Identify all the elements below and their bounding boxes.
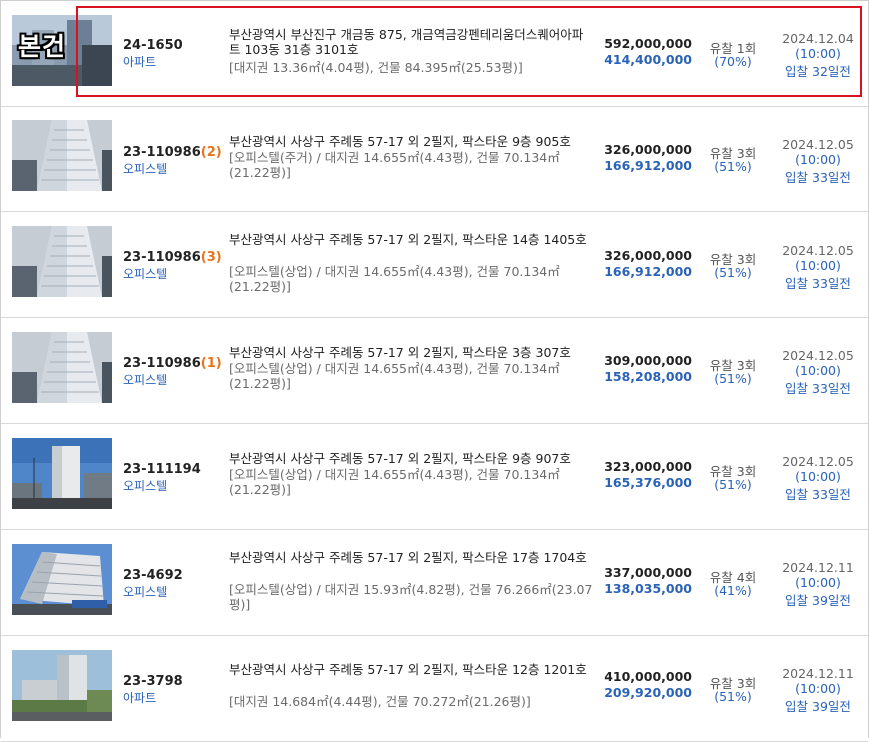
property-type: 오피스텔	[123, 267, 168, 281]
minimum-price: 138,035,000	[604, 581, 692, 596]
property-address-link[interactable]: 부산광역시 사상구 주례동 57-17 외 2필지, 팍스타운 9층 907호	[229, 451, 594, 466]
auction-date: 2024.12.05	[782, 454, 854, 469]
property-detail: [오피스텔(상업) / 대지권 14.655㎡(4.43평), 건물 70.13…	[229, 467, 560, 497]
appraised-price: 410,000,000	[604, 669, 692, 684]
property-photo[interactable]	[12, 438, 112, 509]
auction-time: (10:00)	[795, 469, 841, 484]
minimum-price: 158,208,000	[604, 369, 692, 384]
appraised-price: 592,000,000	[604, 36, 692, 51]
case-number[interactable]: 23-111194	[123, 462, 201, 477]
property-photo[interactable]	[12, 226, 112, 297]
appraised-price: 323,000,000	[604, 459, 692, 474]
property-detail: [오피스텔(상업) / 대지권 15.93㎡(4.82평), 건물 76.266…	[229, 582, 593, 612]
case-number[interactable]: 23-110986(2)	[123, 145, 222, 160]
property-type: 오피스텔	[123, 585, 168, 599]
property-address-link[interactable]: 부산광역시 사상구 주례동 57-17 외 2필지, 팍스타운 14층 1405…	[229, 232, 594, 247]
table-row[interactable]: 23-4692 오피스텔 부산광역시 사상구 주례동 57-17 외 2필지, …	[1, 530, 868, 636]
property-photo[interactable]	[12, 120, 112, 191]
case-number[interactable]: 24-1650	[123, 38, 183, 53]
days-until-bid: 입찰 39일전	[785, 699, 851, 714]
property-address-link[interactable]: 부산광역시 사상구 주례동 57-17 외 2필지, 팍스타운 12층 1201…	[229, 662, 594, 677]
auction-time: (10:00)	[795, 681, 841, 696]
case-number[interactable]: 23-3798	[123, 674, 183, 689]
property-type: 아파트	[123, 691, 157, 705]
property-type: 오피스텔	[123, 479, 168, 493]
property-type: 오피스텔	[123, 373, 168, 387]
auction-date: 2024.12.05	[782, 243, 854, 258]
auction-date: 2024.12.05	[782, 348, 854, 363]
price-ratio: (51%)	[714, 477, 752, 492]
auction-date: 2024.12.04	[782, 31, 854, 46]
auction-time: (10:00)	[795, 258, 841, 273]
property-detail: [오피스텔(상업) / 대지권 14.655㎡(4.43평), 건물 70.13…	[229, 361, 560, 391]
appraised-price: 309,000,000	[604, 353, 692, 368]
price-ratio: (41%)	[714, 583, 752, 598]
case-number-suffix: (1)	[200, 356, 222, 371]
case-number-suffix: (3)	[200, 250, 222, 265]
auction-date: 2024.12.11	[782, 666, 854, 681]
table-row[interactable]: 23-110986(3) 오피스텔 부산광역시 사상구 주례동 57-17 외 …	[1, 212, 868, 318]
auction-time: (10:00)	[795, 46, 841, 61]
appraised-price: 326,000,000	[604, 248, 692, 263]
property-photo[interactable]	[12, 650, 112, 721]
appraised-price: 337,000,000	[604, 565, 692, 580]
minimum-price: 166,912,000	[604, 264, 692, 279]
case-number-suffix: (2)	[200, 145, 222, 160]
price-ratio: (51%)	[714, 371, 752, 386]
property-type: 오피스텔	[123, 162, 168, 176]
case-number-text: 24-1650	[123, 38, 183, 53]
case-number[interactable]: 23-4692	[123, 568, 183, 583]
days-until-bid: 입찰 32일전	[785, 64, 851, 79]
auction-date: 2024.12.05	[782, 137, 854, 152]
case-number[interactable]: 23-110986(1)	[123, 356, 222, 371]
days-until-bid: 입찰 33일전	[785, 487, 851, 502]
days-until-bid: 입찰 33일전	[785, 381, 851, 396]
table-row[interactable]: 23-110986(1) 오피스텔 부산광역시 사상구 주례동 57-17 외 …	[1, 318, 868, 424]
property-photo[interactable]	[12, 544, 112, 615]
property-address-link[interactable]: 부산광역시 사상구 주례동 57-17 외 2필지, 팍스타운 17층 1704…	[229, 550, 594, 565]
auction-date: 2024.12.11	[782, 560, 854, 575]
property-address-link[interactable]: 부산광역시 사상구 주례동 57-17 외 2필지, 팍스타운 3층 307호	[229, 345, 594, 360]
property-address-link[interactable]: 부산광역시 사상구 주례동 57-17 외 2필지, 팍스타운 9층 905호	[229, 134, 594, 149]
property-detail: [대지권 14.684㎡(4.44평), 건물 70.272㎡(21.26평)]	[229, 694, 531, 709]
property-detail: [오피스텔(주거) / 대지권 14.655㎡(4.43평), 건물 70.13…	[229, 150, 560, 180]
minimum-price: 165,376,000	[604, 475, 692, 490]
case-number-text: 23-110986	[123, 250, 201, 265]
case-number[interactable]: 23-110986(3)	[123, 250, 222, 265]
minimum-price: 166,912,000	[604, 158, 692, 173]
property-detail: [오피스텔(상업) / 대지권 14.655㎡(4.43평), 건물 70.13…	[229, 264, 560, 294]
days-until-bid: 입찰 39일전	[785, 593, 851, 608]
auction-time: (10:00)	[795, 363, 841, 378]
case-number-text: 23-110986	[123, 356, 201, 371]
case-number-text: 23-3798	[123, 674, 183, 689]
case-number-text: 23-111194	[123, 462, 201, 477]
property-photo[interactable]: 본건	[12, 15, 112, 86]
price-ratio: (51%)	[714, 689, 752, 704]
days-until-bid: 입찰 33일전	[785, 170, 851, 185]
price-ratio: (51%)	[714, 159, 752, 174]
appraised-price: 326,000,000	[604, 142, 692, 157]
auction-time: (10:00)	[795, 575, 841, 590]
table-row[interactable]: 23-110986(2) 오피스텔 부산광역시 사상구 주례동 57-17 외 …	[1, 106, 868, 212]
auction-list: 본건 24-1650 아파트 부산광역시 부산진구 개금동 875, 개금역금강…	[0, 0, 869, 742]
main-property-badge: 본건	[18, 32, 67, 61]
table-row[interactable]: 23-111194 오피스텔 부산광역시 사상구 주례동 57-17 외 2필지…	[1, 424, 868, 530]
property-address-link[interactable]: 부산광역시 부산진구 개금동 875, 개금역금강펜테리움더스퀘어아파트 103…	[229, 27, 594, 57]
price-ratio: (70%)	[714, 54, 752, 69]
case-number-text: 23-4692	[123, 568, 183, 583]
table-row[interactable]: 23-3798 아파트 부산광역시 사상구 주례동 57-17 외 2필지, 팍…	[1, 636, 868, 742]
minimum-price: 414,400,000	[604, 52, 692, 67]
minimum-price: 209,920,000	[604, 685, 692, 700]
table-row[interactable]: 본건 24-1650 아파트 부산광역시 부산진구 개금동 875, 개금역금강…	[1, 1, 868, 107]
days-until-bid: 입찰 33일전	[785, 276, 851, 291]
case-number-text: 23-110986	[123, 145, 201, 160]
price-ratio: (51%)	[714, 265, 752, 280]
property-photo[interactable]	[12, 332, 112, 403]
property-type: 아파트	[123, 55, 157, 69]
auction-time: (10:00)	[795, 152, 841, 167]
property-detail: [대지권 13.36㎡(4.04평), 건물 84.395㎡(25.53평)]	[229, 60, 523, 75]
